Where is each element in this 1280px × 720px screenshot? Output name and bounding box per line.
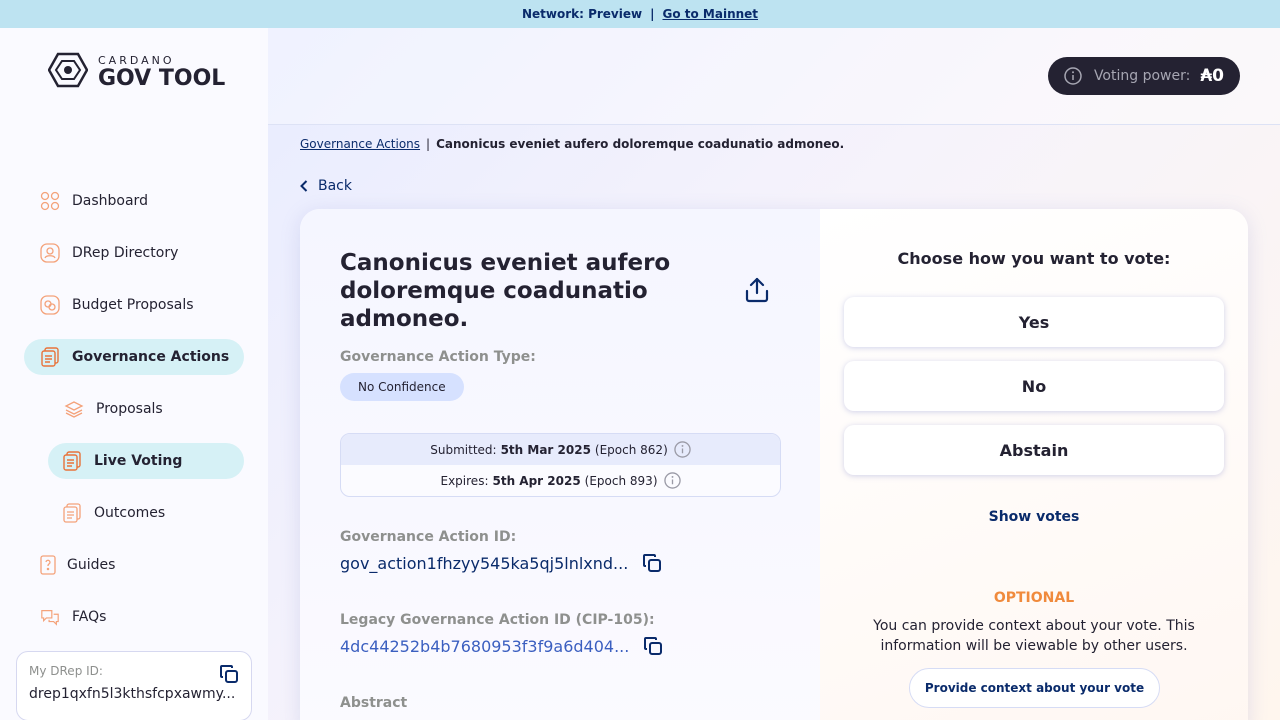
sidebar-item-label: Guides	[67, 557, 116, 573]
sidebar-item-live-voting[interactable]: Live Voting	[48, 443, 244, 479]
vote-title: Choose how you want to vote:	[897, 249, 1171, 268]
legacy-action-id-value[interactable]: 4dc44252b4b7680953f3f9a6d404...	[340, 637, 629, 656]
optional-label: OPTIONAL	[993, 590, 1075, 606]
sidebar-item-label: Live Voting	[94, 453, 183, 469]
dashboard-icon	[40, 191, 60, 211]
live-voting-icon	[62, 451, 82, 471]
sidebar-item-outcomes[interactable]: Outcomes	[62, 495, 165, 531]
sidebar-item-label: Governance Actions	[72, 349, 230, 365]
expires-label: Expires:	[440, 473, 489, 488]
expires-row: Expires: 5th Apr 2025 (Epoch 893)	[341, 465, 780, 496]
breadcrumb-separator: |	[426, 137, 431, 151]
sidebar-item-proposals[interactable]: Proposals	[64, 391, 163, 427]
chevron-left-icon	[300, 180, 308, 192]
expires-date: 5th Apr 2025	[492, 473, 581, 488]
main-content: Voting power: ₳0 Governance Actions | Ca…	[268, 28, 1280, 720]
guides-icon	[38, 555, 58, 575]
show-votes-link[interactable]: Show votes	[820, 509, 1248, 525]
dates-box: Submitted: 5th Mar 2025 (Epoch 862) Expi…	[340, 433, 781, 497]
provide-context-button[interactable]: Provide context about your vote	[909, 668, 1160, 708]
action-title: Canonicus eveniet aufero doloremque coad…	[340, 250, 671, 332]
network-banner: Network: Preview | Go to Mainnet	[0, 0, 1280, 28]
action-id-label: Governance Action ID:	[340, 529, 517, 545]
breadcrumb-governance-actions-link[interactable]: Governance Actions	[300, 137, 420, 151]
sidebar-item-label: Outcomes	[94, 505, 166, 521]
submitted-date: 5th Mar 2025	[500, 442, 591, 457]
sidebar-item-label: Proposals	[96, 401, 163, 417]
voting-power-label: Voting power:	[1093, 68, 1191, 84]
action-details: Canonicus eveniet aufero doloremque coad…	[300, 209, 820, 720]
faqs-icon	[40, 607, 60, 627]
sidebar-item-budget-proposals[interactable]: Budget Proposals	[40, 287, 194, 323]
abstract-label: Abstract	[340, 695, 408, 711]
context-description: You can provide context about your vote.…	[873, 618, 1195, 654]
back-button[interactable]: Back	[300, 178, 352, 194]
go-to-mainnet-link[interactable]: Go to Mainnet	[662, 7, 758, 21]
vote-panel: Choose how you want to vote: Yes No Abst…	[820, 209, 1248, 720]
info-icon	[1064, 67, 1082, 85]
vote-abstain-button[interactable]: Abstain	[844, 425, 1224, 475]
submitted-label: Submitted:	[430, 442, 497, 457]
breadcrumb: Governance Actions | Canonicus eveniet a…	[300, 137, 844, 151]
vote-yes-button[interactable]: Yes	[844, 297, 1224, 347]
sidebar-item-governance-actions[interactable]: Governance Actions	[24, 339, 244, 375]
copy-icon[interactable]	[642, 553, 662, 573]
top-bar: Voting power: ₳0	[268, 28, 1280, 125]
action-type-label: Governance Action Type:	[340, 349, 536, 365]
governance-actions-icon	[40, 347, 60, 367]
drep-id-box: My DRep ID: drep1qxfn5l3kthsfcpxawmy...	[16, 651, 252, 720]
sidebar-item-dashboard[interactable]: Dashboard	[40, 183, 148, 219]
legacy-action-id-label: Legacy Governance Action ID (CIP-105):	[340, 612, 655, 628]
copy-icon[interactable]	[219, 664, 239, 688]
info-icon[interactable]	[663, 472, 681, 489]
legacy-action-id-row: 4dc44252b4b7680953f3f9a6d404...	[340, 636, 663, 656]
breadcrumb-current: Canonicus eveniet aufero doloremque coad…	[436, 137, 845, 151]
logo-govtool-text: GOV TOOL	[98, 65, 226, 91]
copy-icon[interactable]	[643, 636, 663, 656]
share-icon[interactable]	[744, 277, 770, 307]
drep-directory-icon	[40, 243, 60, 263]
logo-cardano-text: CARDANO	[98, 53, 175, 67]
sidebar: CARDANO GOV TOOL Dashboard DRep Director…	[0, 28, 268, 720]
sidebar-item-drep-directory[interactable]: DRep Directory	[40, 235, 178, 271]
action-id-value[interactable]: gov_action1fhzyy545ka5qj5lnlxnd...	[340, 554, 628, 573]
submitted-epoch: (Epoch 862)	[594, 442, 668, 457]
sidebar-item-label: Budget Proposals	[72, 297, 194, 313]
banner-separator: |	[650, 7, 655, 21]
expires-epoch: (Epoch 893)	[584, 473, 658, 488]
sidebar-item-label: FAQs	[72, 609, 107, 625]
logo-icon	[47, 52, 89, 92]
outcomes-icon	[62, 503, 82, 523]
budget-proposals-icon	[40, 295, 60, 315]
voting-power-value: ₳0	[1200, 66, 1224, 86]
back-label: Back	[318, 178, 352, 194]
action-id-row: gov_action1fhzyy545ka5qj5lnlxnd...	[340, 553, 662, 573]
submitted-row: Submitted: 5th Mar 2025 (Epoch 862)	[341, 434, 780, 465]
voting-power-badge[interactable]: Voting power: ₳0	[1047, 57, 1240, 95]
sidebar-item-label: Dashboard	[72, 193, 148, 209]
drep-id-value: drep1qxfn5l3kthsfcpxawmy...	[29, 686, 236, 702]
proposals-icon	[64, 399, 84, 419]
sidebar-item-label: DRep Directory	[72, 245, 179, 261]
logo[interactable]: CARDANO GOV TOOL	[47, 52, 226, 92]
network-label: Network: Preview	[521, 7, 643, 21]
action-type-pill: No Confidence	[340, 373, 464, 401]
info-icon[interactable]	[674, 441, 691, 458]
vote-no-button[interactable]: No	[844, 361, 1224, 411]
sidebar-item-guides[interactable]: Guides	[38, 547, 115, 583]
governance-action-card: Canonicus eveniet aufero doloremque coad…	[300, 209, 1248, 720]
sidebar-item-faqs[interactable]: FAQs	[40, 599, 106, 635]
drep-id-label: My DRep ID:	[29, 664, 103, 678]
